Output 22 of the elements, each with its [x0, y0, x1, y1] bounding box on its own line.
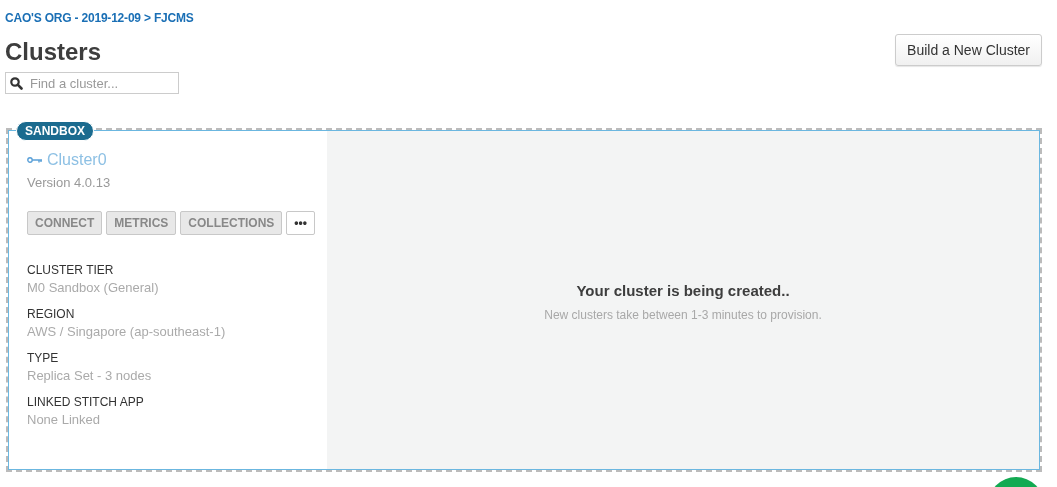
action-button[interactable]: COLLECTIONS [180, 211, 283, 235]
search-field[interactable]: Find a cluster... [5, 72, 179, 94]
sandbox-badge: SANDBOX [16, 121, 94, 141]
detail-label: CLUSTER TIER [27, 263, 115, 277]
build-cluster-button[interactable]: Build a New Cluster [895, 34, 1042, 66]
detail-label: REGION [27, 307, 76, 321]
detail-label: LINKED STITCH APP [27, 395, 145, 409]
breadcrumb-link[interactable]: CAO'S ORG - 2019-12-09 > FJCMS [5, 11, 194, 25]
detail-value: AWS / Singapore (ap-southeast-1) [27, 324, 227, 339]
detail-value: Replica Set - 3 nodes [27, 368, 153, 383]
cluster-name-link[interactable]: Cluster0 [27, 151, 327, 169]
more-button[interactable]: ••• [286, 211, 315, 235]
detail-value: M0 Sandbox (General) [27, 280, 160, 295]
cluster-version: Version 4.0.13 [27, 175, 112, 190]
status-title: Your cluster is being created.. [576, 281, 790, 299]
key-icon [27, 156, 43, 164]
action-button[interactable]: METRICS [106, 211, 177, 235]
status-note: New clusters take between 1-3 minutes to provision. [544, 307, 822, 322]
detail-label: TYPE [27, 351, 60, 365]
detail-value: None Linked [27, 412, 101, 427]
action-button[interactable]: CONNECT [27, 211, 103, 235]
page-title: Clusters [5, 38, 102, 66]
